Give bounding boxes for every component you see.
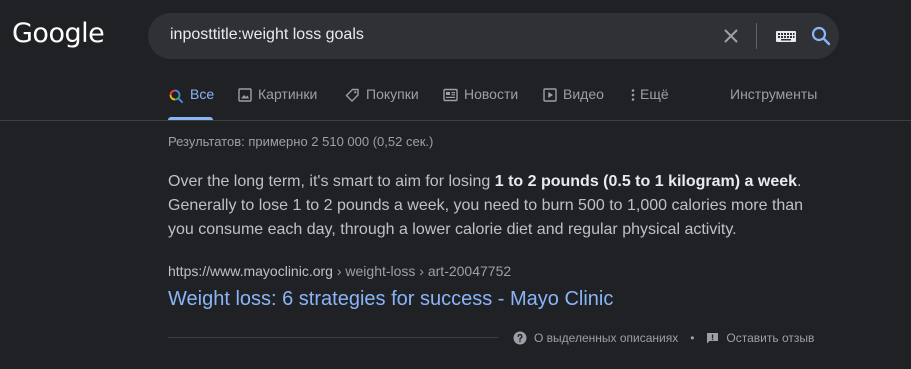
tab-video[interactable]: Видео — [543, 86, 604, 120]
snippet-footer: О выделенных описаниях • Оставить отзыв — [513, 329, 814, 347]
play-icon — [543, 88, 557, 102]
tab-images-label: Картинки — [258, 86, 318, 102]
keyboard-icon[interactable] — [774, 26, 798, 46]
feedback-label: Оставить отзыв — [726, 331, 815, 345]
tools-button[interactable]: Инструменты — [730, 86, 817, 102]
help-icon — [513, 331, 527, 345]
snippet-text-before: Over the long term, it's smart to aim fo… — [168, 173, 495, 190]
search-box[interactable]: inposttitle:weight loss goals — [148, 13, 839, 59]
search-input[interactable]: inposttitle:weight loss goals — [170, 26, 364, 44]
tab-video-label: Видео — [563, 86, 604, 102]
result-url: https://www.mayoclinic.org › weight-loss… — [168, 263, 511, 279]
search-actions — [699, 13, 839, 59]
footer-separator: • — [690, 331, 695, 345]
tab-shopping[interactable]: Покупки — [345, 86, 419, 120]
newspaper-icon — [443, 88, 458, 102]
tab-images[interactable]: Картинки — [238, 86, 317, 120]
tab-news-label: Новости — [464, 86, 519, 102]
search-multicolor-icon — [169, 89, 183, 103]
tabs-divider — [0, 120, 911, 121]
close-icon[interactable] — [719, 24, 743, 48]
feedback-icon — [707, 332, 719, 343]
result-stats: Результатов: примерно 2 510 000 (0,52 се… — [168, 134, 434, 149]
tab-more-label: Ещё — [640, 86, 669, 102]
tag-icon — [345, 88, 359, 102]
about-featured-snippets-link[interactable]: О выделенных описаниях — [513, 331, 678, 345]
search-divider — [756, 23, 757, 49]
featured-snippet: Over the long term, it's smart to aim fo… — [168, 170, 818, 242]
tab-all[interactable]: Все — [168, 86, 215, 120]
snippet-highlight: 1 to 2 pounds (0.5 to 1 kilogram) a week — [494, 173, 798, 190]
result-title-link[interactable]: Weight loss: 6 strategies for success - … — [168, 288, 613, 311]
footer-divider — [168, 337, 498, 338]
tab-all-label: Все — [190, 86, 215, 102]
more-vert-icon — [631, 89, 635, 101]
about-featured-snippets-label: О выделенных описаниях — [534, 331, 679, 345]
search-icon[interactable] — [809, 24, 833, 48]
result-url-domain: https://www.mayoclinic.org — [168, 263, 333, 279]
result-url-path: › weight-loss › art-20047752 — [332, 263, 512, 279]
feedback-link[interactable]: Оставить отзыв — [706, 331, 814, 345]
tab-news[interactable]: Новости — [443, 86, 518, 120]
google-logo[interactable]: Google — [12, 18, 105, 49]
tab-shopping-label: Покупки — [366, 86, 419, 102]
tab-more[interactable]: Ещё — [630, 86, 669, 120]
image-icon — [238, 88, 252, 102]
